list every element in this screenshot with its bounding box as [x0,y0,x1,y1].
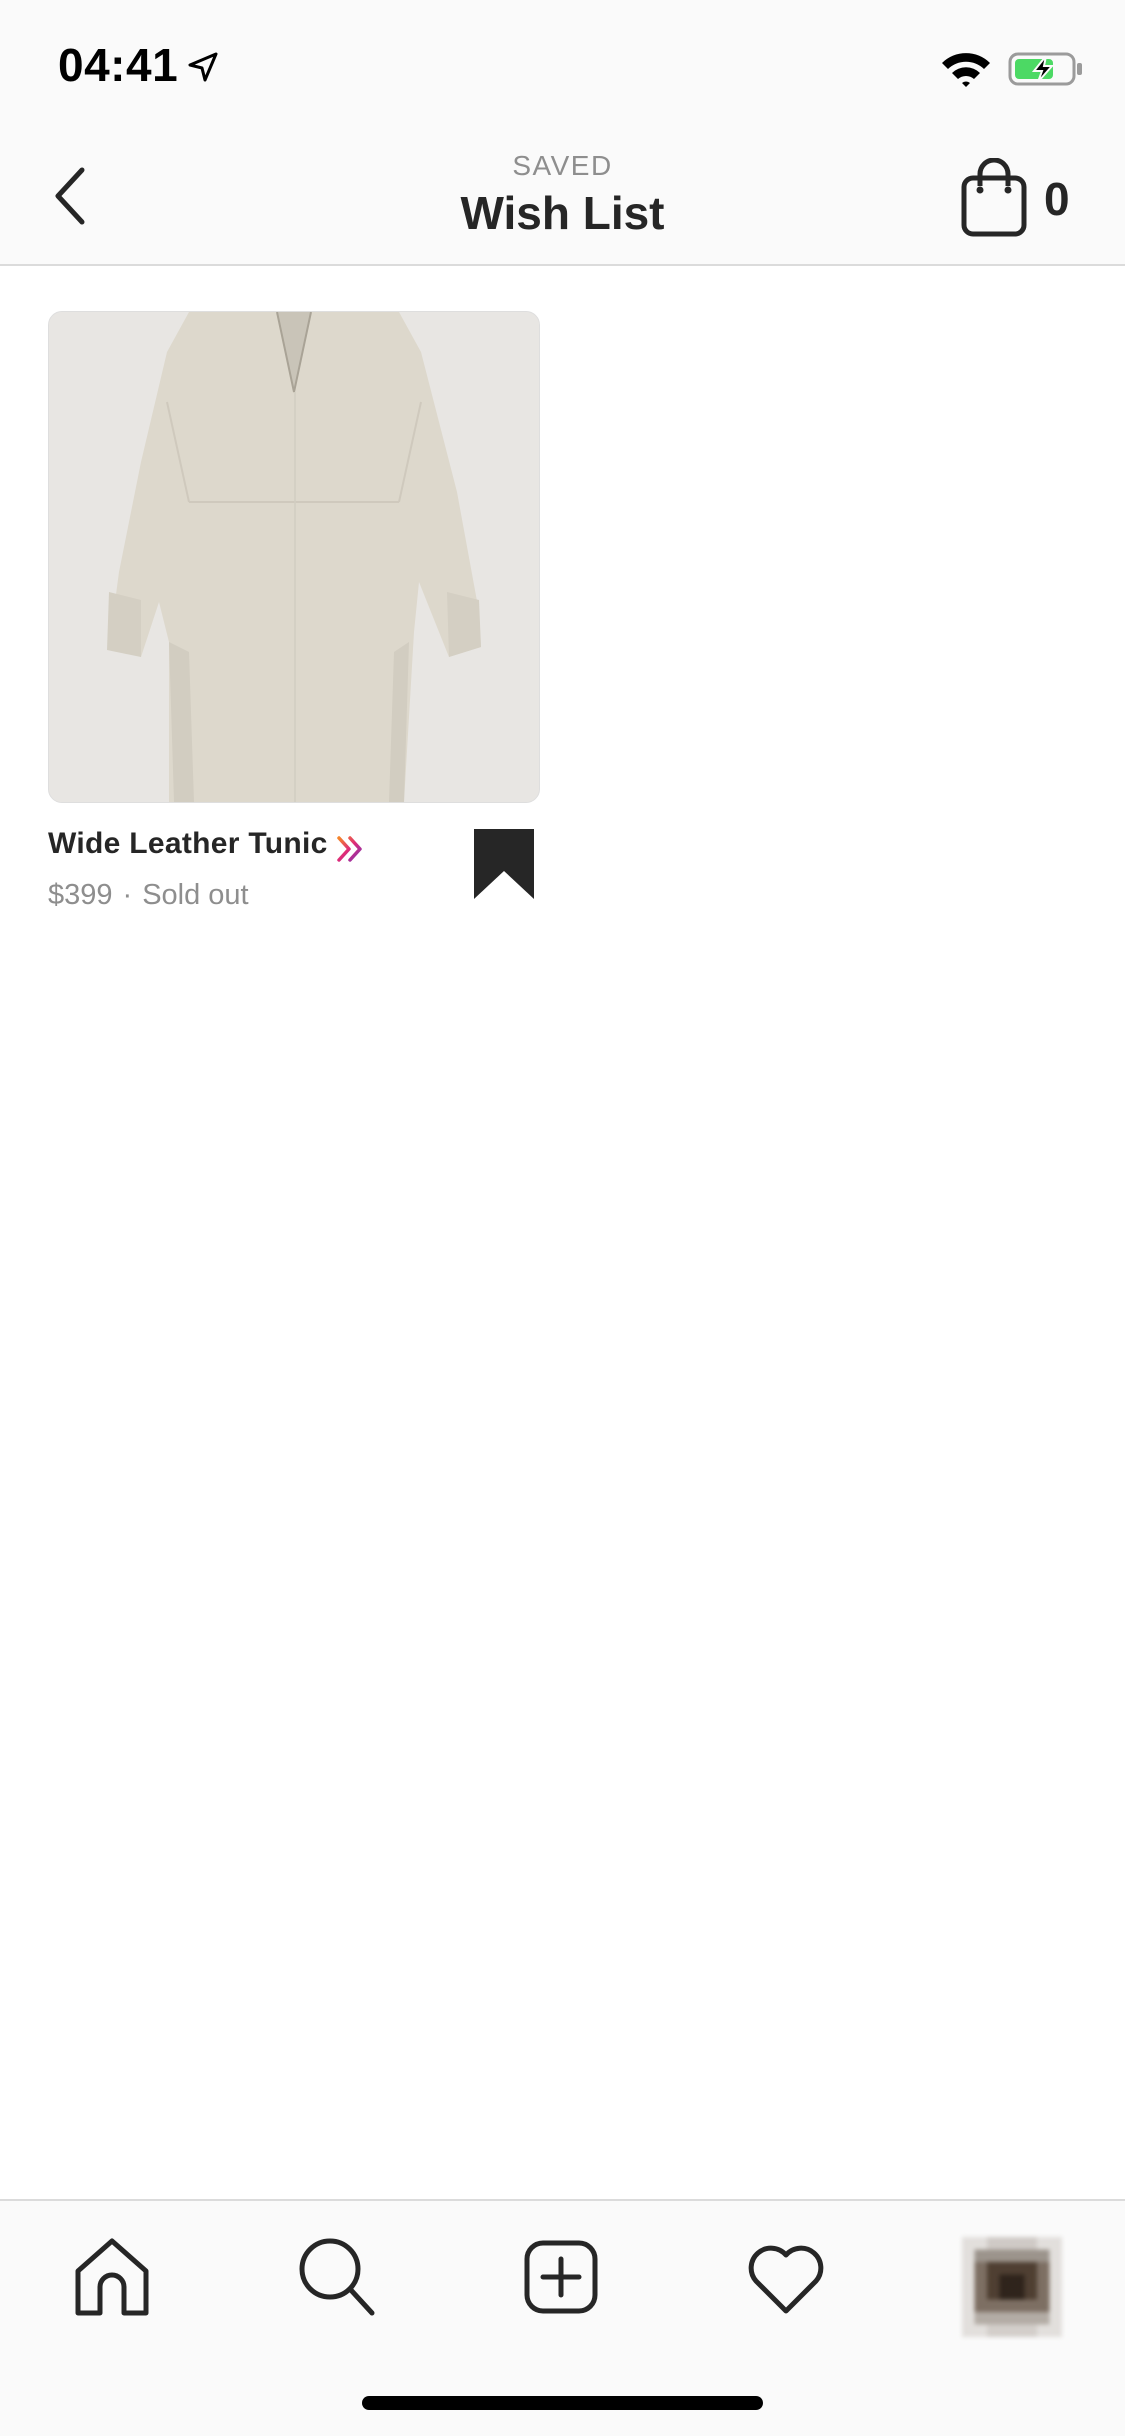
shopping-bag-button[interactable] [960,157,1034,238]
product-price: $399 [48,879,113,911]
header-kicker: SAVED [512,150,613,181]
product-availability: Sold out [142,879,249,911]
location-arrow-icon [186,50,220,84]
tab-home[interactable] [62,2227,162,2327]
tab-profile[interactable] [950,2227,1062,2337]
wifi-icon [940,50,992,88]
tunic-photo [49,312,539,802]
new-post-icon [524,2240,598,2314]
product-name[interactable]: Wide Leather Tunic [48,827,328,860]
product-card[interactable]: Wide Leather Tunic $399 · Sold out [48,311,540,911]
bookmark-filled-icon [474,829,534,899]
shopping-bag-icon [961,157,1027,237]
tab-new-post[interactable] [511,2227,611,2327]
meta-separator: · [122,879,133,911]
header: SAVED Wish List 0 [0,132,1125,266]
search-icon [299,2238,375,2316]
home-indicator[interactable] [362,2396,763,2410]
status-bar: 04:41 [0,0,1125,132]
profile-avatar [962,2237,1062,2337]
home-icon [75,2238,149,2316]
product-image[interactable] [48,311,540,803]
page-title: Wish List [460,187,665,239]
bookmark-button[interactable] [472,827,536,901]
tab-activity[interactable] [736,2227,836,2327]
bag-count: 0 [1044,173,1070,225]
product-meta: $399 · Sold out [48,879,249,912]
status-time: 04:41 [58,39,179,91]
screen: 04:41 SAVED Wish List 0 Wide Leather Tun… [0,0,1125,2436]
heart-icon [748,2245,824,2314]
product-name-row: Wide Leather Tunic [48,827,448,877]
battery-charging-icon [1008,50,1084,88]
tab-search[interactable] [286,2227,386,2327]
checkout-chevrons-icon [336,835,366,863]
